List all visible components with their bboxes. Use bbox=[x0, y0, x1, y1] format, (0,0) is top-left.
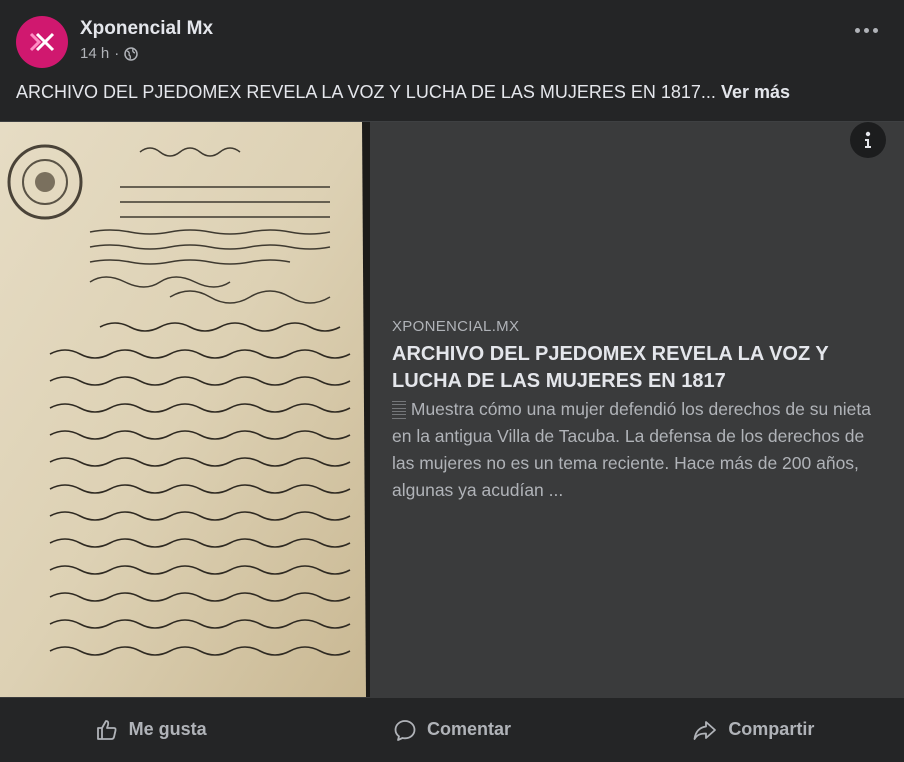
see-more-link[interactable]: Ver más bbox=[721, 82, 790, 102]
like-label: Me gusta bbox=[128, 719, 207, 739]
more-dots-icon[interactable] bbox=[855, 28, 878, 33]
xponencial-logo-icon bbox=[29, 32, 55, 52]
meta-separator: · bbox=[114, 45, 120, 62]
avatar[interactable] bbox=[16, 16, 68, 68]
share-label: Compartir bbox=[728, 719, 815, 739]
post-meta: 14 h · bbox=[80, 45, 138, 62]
post-text: ARCHIVO DEL PJEDOMEX REVELA LA VOZ Y LUC… bbox=[16, 82, 790, 103]
author-name[interactable]: Xponencial Mx bbox=[80, 18, 213, 40]
comment-button[interactable]: Comentar bbox=[301, 697, 602, 762]
like-button[interactable]: Me gusta bbox=[0, 697, 301, 762]
post-time[interactable]: 14 h bbox=[80, 45, 109, 62]
share-button[interactable]: Compartir bbox=[603, 697, 904, 762]
info-icon[interactable] bbox=[850, 122, 886, 158]
link-domain: XPONENCIAL.MX bbox=[392, 318, 520, 335]
thumbs-up-icon bbox=[96, 719, 117, 740]
link-thumbnail[interactable] bbox=[0, 122, 370, 697]
action-bar: Me gusta Comentar Compartir bbox=[0, 697, 904, 762]
comment-label: Comentar bbox=[426, 719, 511, 739]
comment-bubble-icon bbox=[394, 719, 416, 741]
document-image bbox=[0, 122, 370, 697]
link-title[interactable]: ARCHIVO DEL PJEDOMEX REVELA LA VOZ Y LUC… bbox=[392, 341, 882, 395]
globe-icon bbox=[124, 46, 138, 61]
post-message: ARCHIVO DEL PJEDOMEX REVELA LA VOZ Y LUC… bbox=[16, 82, 716, 102]
share-arrow-icon bbox=[693, 720, 717, 740]
link-description: 𝄛 Muestra cómo una mujer defendió los de… bbox=[392, 399, 871, 500]
post-header: Xponencial Mx 14 h · bbox=[0, 0, 904, 78]
link-text[interactable]: XPONENCIAL.MX ARCHIVO DEL PJEDOMEX REVEL… bbox=[392, 318, 882, 504]
link-preview-card[interactable]: XPONENCIAL.MX ARCHIVO DEL PJEDOMEX REVEL… bbox=[0, 121, 904, 698]
